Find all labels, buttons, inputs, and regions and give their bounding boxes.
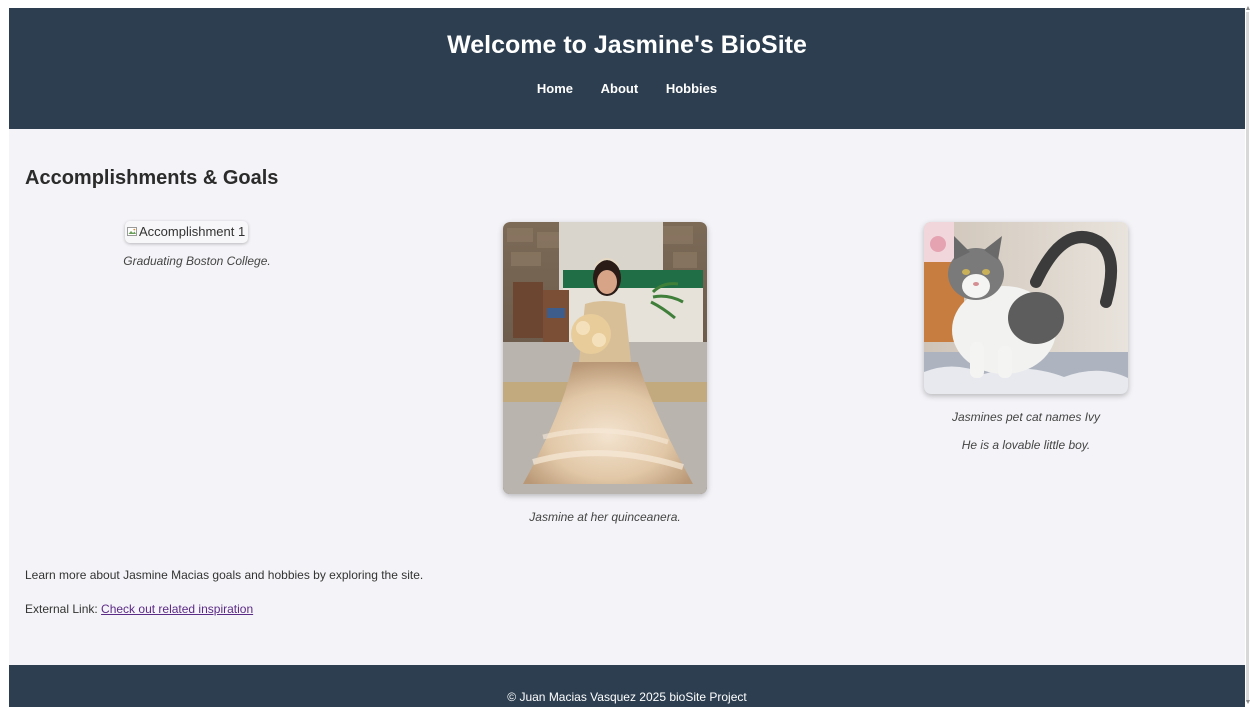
nav-link-about[interactable]: About: [601, 81, 639, 96]
scroll-down-icon[interactable]: [1246, 700, 1250, 704]
caption-quinceanera: Jasmine at her quinceanera.: [529, 510, 681, 524]
page: Welcome to Jasmine's BioSite Home About …: [9, 8, 1245, 707]
caption-cat-line2: He is a lovable little boy.: [961, 438, 1091, 452]
vertical-scrollbar[interactable]: [1246, 12, 1249, 702]
caption-graduation: Graduating Boston College.: [123, 254, 271, 268]
intro-paragraph: Learn more about Jasmine Macias goals an…: [25, 568, 424, 582]
scroll-up-icon[interactable]: [1246, 6, 1250, 10]
broken-image-icon: [127, 222, 138, 236]
main-nav: Home About Hobbies: [9, 81, 1245, 97]
external-link-paragraph: External Link: Check out related inspira…: [25, 601, 253, 617]
site-title: Welcome to Jasmine's BioSite: [447, 31, 807, 59]
site-header: Welcome to Jasmine's BioSite Home About …: [9, 8, 1245, 129]
broken-image-accomplishment: Accomplishment 1: [125, 221, 249, 243]
external-link-prefix: External Link:: [25, 602, 102, 616]
nav-link-hobbies[interactable]: Hobbies: [666, 81, 717, 96]
caption-cat-line1: Jasmines pet cat names Ivy: [951, 410, 1101, 424]
photo-cat-ivy: [924, 222, 1128, 394]
footer-copyright: © Juan Macias Vasquez 2025 bioSite Proje…: [507, 690, 747, 704]
nav-link-home[interactable]: Home: [537, 81, 573, 96]
external-inspiration-link[interactable]: Check out related inspiration: [101, 602, 253, 616]
site-footer: © Juan Macias Vasquez 2025 bioSite Proje…: [9, 665, 1245, 707]
broken-image-alt-text: Accomplishment 1: [139, 224, 246, 239]
section-heading: Accomplishments & Goals: [25, 167, 279, 189]
photo-quinceanera: [503, 222, 707, 494]
